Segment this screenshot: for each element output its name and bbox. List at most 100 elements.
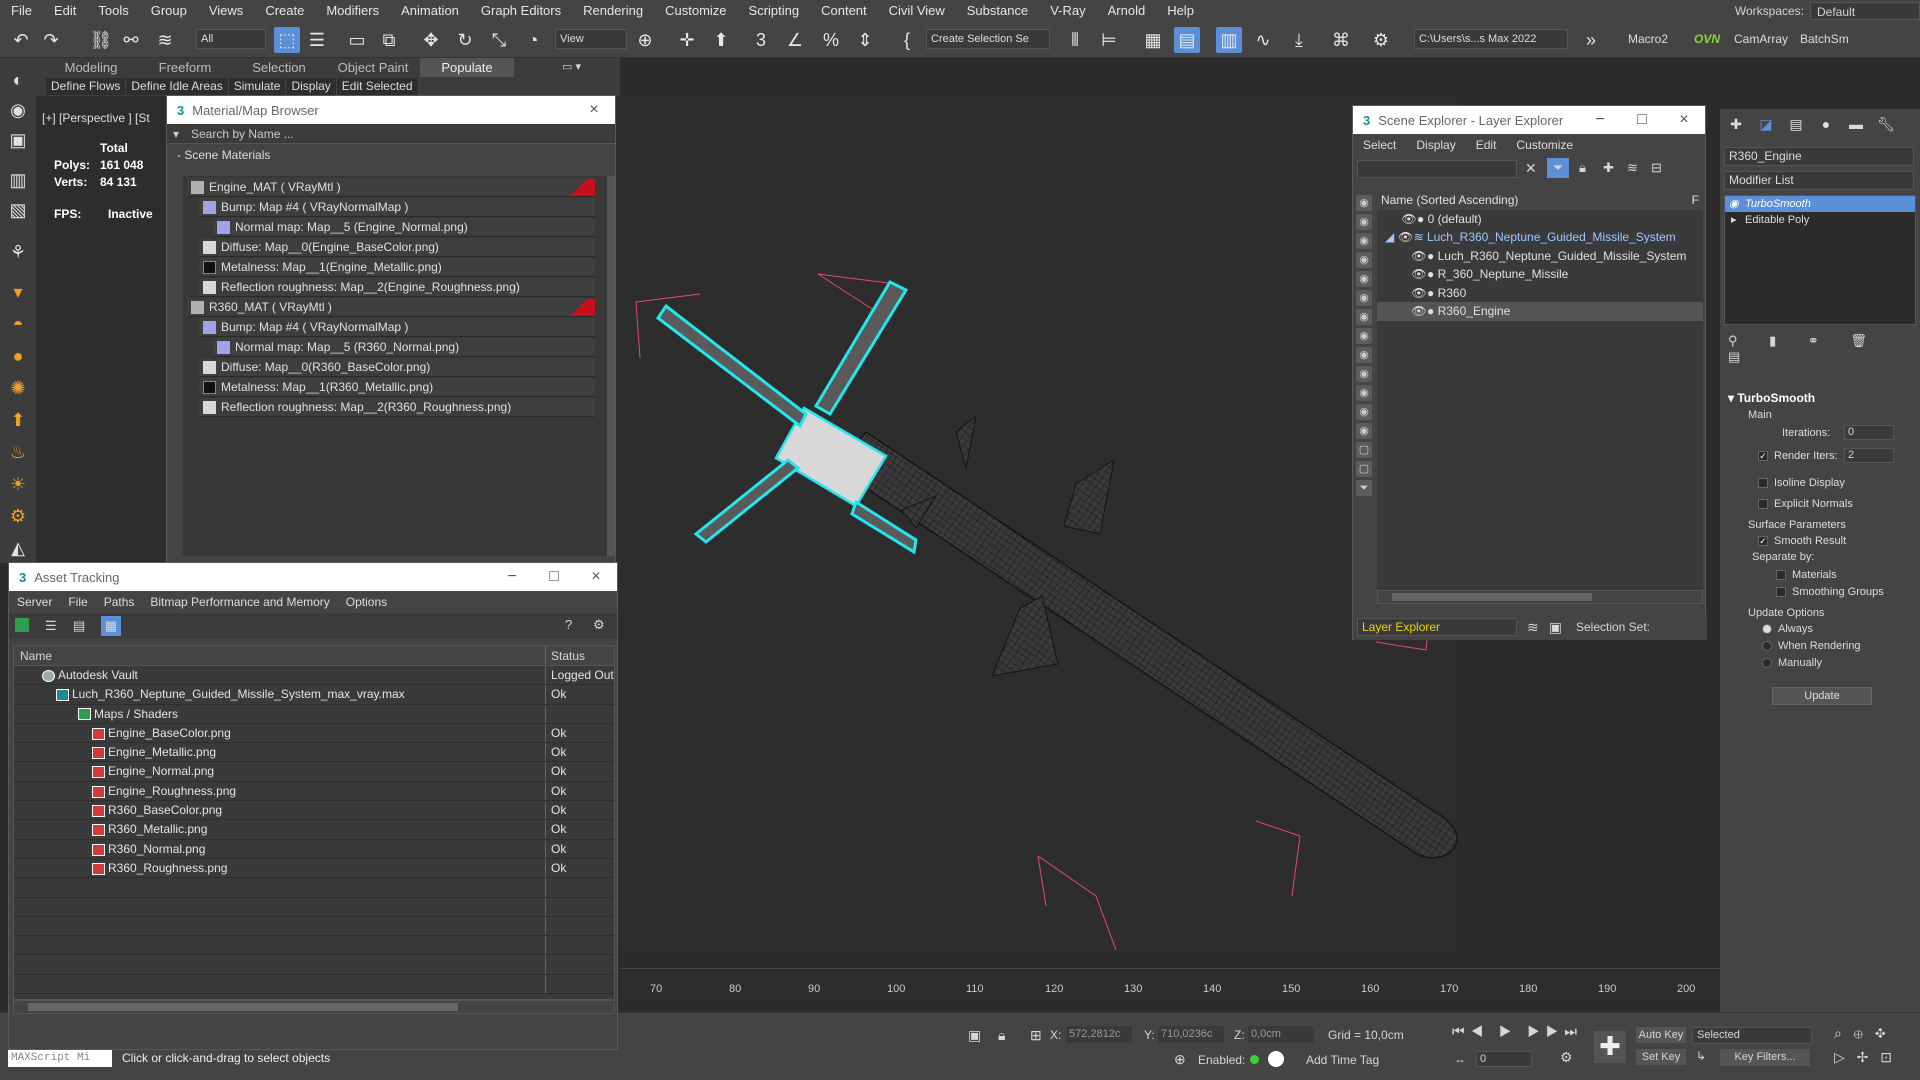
table-row[interactable]: Engine_Metallic.png Ok	[14, 743, 614, 763]
ribbon-tab-selection[interactable]: Selection	[232, 58, 326, 77]
scene-column-header[interactable]: Name (Sorted Ascending) F	[1377, 191, 1703, 210]
menu-file[interactable]: File	[0, 0, 43, 22]
ribbon-tab-modeling[interactable]: Modeling	[44, 58, 138, 77]
key-selected-dropdown[interactable]: Selected	[1692, 1027, 1812, 1044]
filter-cameras-icon[interactable]: ◉	[1356, 252, 1372, 268]
reference-coord-dropdown[interactable]: View	[555, 29, 627, 49]
table-row[interactable]: R360_Roughness.png Ok	[14, 858, 614, 879]
key-filters-button[interactable]: Key Filters...	[1720, 1049, 1810, 1066]
update-button[interactable]: Update	[1772, 687, 1872, 705]
scene-menu-select[interactable]: Select	[1353, 138, 1406, 152]
modify-tab-icon[interactable]: ◪	[1754, 113, 1778, 135]
menu-arnold[interactable]: Arnold	[1097, 0, 1157, 22]
hierarchy-icon[interactable]: ⊟	[1651, 160, 1662, 176]
set-key-big-icon[interactable]: ✚	[1594, 1031, 1626, 1063]
material-row[interactable]: Normal map: Map__5 (Engine_Normal.png)	[213, 218, 595, 237]
menu-animation[interactable]: Animation	[390, 0, 470, 22]
ribbon-tab-freeform[interactable]: Freeform	[138, 58, 232, 77]
when-rendering-radio[interactable]: When Rendering	[1762, 640, 1861, 652]
menu-civil-view[interactable]: Civil View	[878, 0, 956, 22]
scene-materials-header[interactable]: - Scene Materials	[167, 144, 615, 166]
tree-view-icon[interactable]: ▤	[73, 618, 85, 634]
material-editor-icon[interactable]: ⌘	[1328, 27, 1354, 53]
asset-menu-bitmap-performance-and-memory[interactable]: Bitmap Performance and Memory	[142, 595, 337, 609]
visibility-eye-icon[interactable]: 👁︎	[1411, 265, 1427, 283]
menu-tools[interactable]: Tools	[87, 0, 139, 22]
undo-icon[interactable]: ↶	[8, 27, 34, 53]
menu-views[interactable]: Views	[198, 0, 254, 22]
ribbon-tab-object-paint[interactable]: Object Paint	[326, 58, 420, 77]
maximize-icon[interactable]: □	[1621, 111, 1663, 129]
list-item[interactable]: 👁︎● R_360_Neptune_Missile	[1377, 265, 1703, 284]
material-row[interactable]: Normal map: Map__5 (R360_Normal.png)	[213, 338, 595, 357]
filter-groups-icon[interactable]: ◉	[1356, 309, 1372, 325]
material-row[interactable]: Reflection roughness: Map__2(R360_Roughn…	[199, 398, 595, 417]
menu-create[interactable]: Create	[254, 0, 315, 22]
material-browser-scrollbar[interactable]	[607, 176, 615, 556]
ribbon-toggle-icon[interactable]: ▥	[1216, 27, 1242, 53]
filter-bones-icon[interactable]: ◉	[1356, 347, 1372, 363]
viewport-nav-icons-2[interactable]: ▷ ✢ ⊡	[1834, 1049, 1896, 1066]
col-status-header[interactable]: Status	[546, 646, 614, 665]
viewport-nav-icons[interactable]: ⌕ ⊕ ✥	[1834, 1025, 1890, 1042]
motion-tab-icon[interactable]: ●	[1814, 113, 1838, 135]
menu-graph-editors[interactable]: Graph Editors	[470, 0, 572, 22]
add-layer-icon[interactable]: ✚	[1603, 160, 1614, 176]
menu-customize[interactable]: Customize	[654, 0, 737, 22]
filter-spacewarps-icon[interactable]: ◉	[1356, 290, 1372, 306]
align-icon[interactable]: ⊨	[1096, 27, 1122, 53]
window-crossing-icon[interactable]: ⧉	[376, 27, 402, 53]
ovn-button[interactable]: OVN	[1694, 32, 1720, 46]
z-coordinate-field[interactable]: 0,0cm	[1248, 1026, 1314, 1043]
rotate-icon[interactable]: ↻	[452, 27, 478, 53]
close-icon[interactable]: ×	[573, 101, 615, 119]
isolate-selection-icon[interactable]: ▣	[968, 1027, 981, 1044]
spot-light-icon[interactable]: ⬆	[6, 408, 30, 432]
absolute-mode-icon[interactable]: ⊞	[1030, 1027, 1042, 1044]
ribbon-tab-populate[interactable]: Populate	[420, 58, 514, 77]
angle-snap-icon[interactable]: ∠	[782, 27, 808, 53]
asset-menu-file[interactable]: File	[60, 595, 95, 609]
material-row[interactable]: Engine_MAT ( VRayMtl )	[187, 178, 595, 197]
ribbon-options-icon[interactable]: ▭ ▾	[562, 60, 581, 73]
table-row[interactable]: R360_Normal.png Ok	[14, 839, 614, 859]
rect-selection-icon[interactable]: ▭	[344, 27, 370, 53]
list-view-icon[interactable]: ☰	[45, 618, 57, 634]
visibility-eye-icon[interactable]: 👁︎	[1411, 247, 1427, 265]
filter-none-icon[interactable]: ▢	[1356, 442, 1372, 458]
close-icon[interactable]: ×	[575, 568, 617, 586]
visibility-eye-icon[interactable]: 👁︎	[1411, 284, 1427, 302]
select-manipulate-icon[interactable]: ✛	[674, 27, 700, 53]
filter-xrefs-icon[interactable]: ◉	[1356, 328, 1372, 344]
link-icon[interactable]: ⛓	[88, 27, 114, 53]
visibility-eye-icon[interactable]: 👁︎	[1411, 302, 1427, 320]
move-icon[interactable]: ✥	[418, 27, 444, 53]
table-row[interactable]: R360_Metallic.png Ok	[14, 820, 614, 840]
list-item[interactable]: 👁︎● Luch_R360_Neptune_Guided_Missile_Sys…	[1377, 247, 1703, 266]
layers-icon[interactable]: ≋	[1627, 160, 1638, 176]
render-setup-icon[interactable]: ⚙	[1368, 27, 1394, 53]
material-row[interactable]: Metalness: Map__1(R360_Metallic.png)	[199, 378, 595, 397]
stack-item-turbosmooth[interactable]: ◉ TurboSmooth	[1725, 196, 1915, 212]
unlink-icon[interactable]: ⚯	[118, 27, 144, 53]
scene-horizontal-scrollbar[interactable]	[1377, 590, 1703, 604]
filter-all-icon[interactable]: ◉	[1356, 423, 1372, 439]
material-row[interactable]: R360_MAT ( VRayMtl )	[187, 298, 595, 317]
menu-scripting[interactable]: Scripting	[738, 0, 811, 22]
ribbon-subtab-define-flows[interactable]: Define Flows	[46, 78, 127, 95]
motion-icon[interactable]: ▥	[6, 168, 30, 192]
clear-search-icon[interactable]: ✕	[1525, 160, 1537, 177]
selection-lock-icon[interactable]: 🔒︎	[998, 1027, 1005, 1044]
macro2-button[interactable]: Macro2	[1628, 32, 1668, 46]
place-icon[interactable]: ◔	[520, 27, 546, 53]
modify-icon[interactable]: ◉	[6, 98, 30, 122]
material-row[interactable]: Bump: Map #4 ( VRayNormalMap )	[199, 318, 595, 337]
menu-help[interactable]: Help	[1156, 0, 1205, 22]
bookmark-icon[interactable]: ◭	[6, 536, 30, 560]
scene-explorer-icon[interactable]: ▤	[1174, 27, 1200, 53]
filter-icon[interactable]: ⏷	[1547, 158, 1569, 178]
table-row[interactable]: Luch_R360_Neptune_Guided_Missile_System_…	[14, 685, 614, 705]
table-view-icon[interactable]: ▦	[101, 616, 121, 636]
keyboard-shortcut-icon[interactable]: ⬆	[708, 27, 734, 53]
sun-icon[interactable]: ☀	[6, 472, 30, 496]
